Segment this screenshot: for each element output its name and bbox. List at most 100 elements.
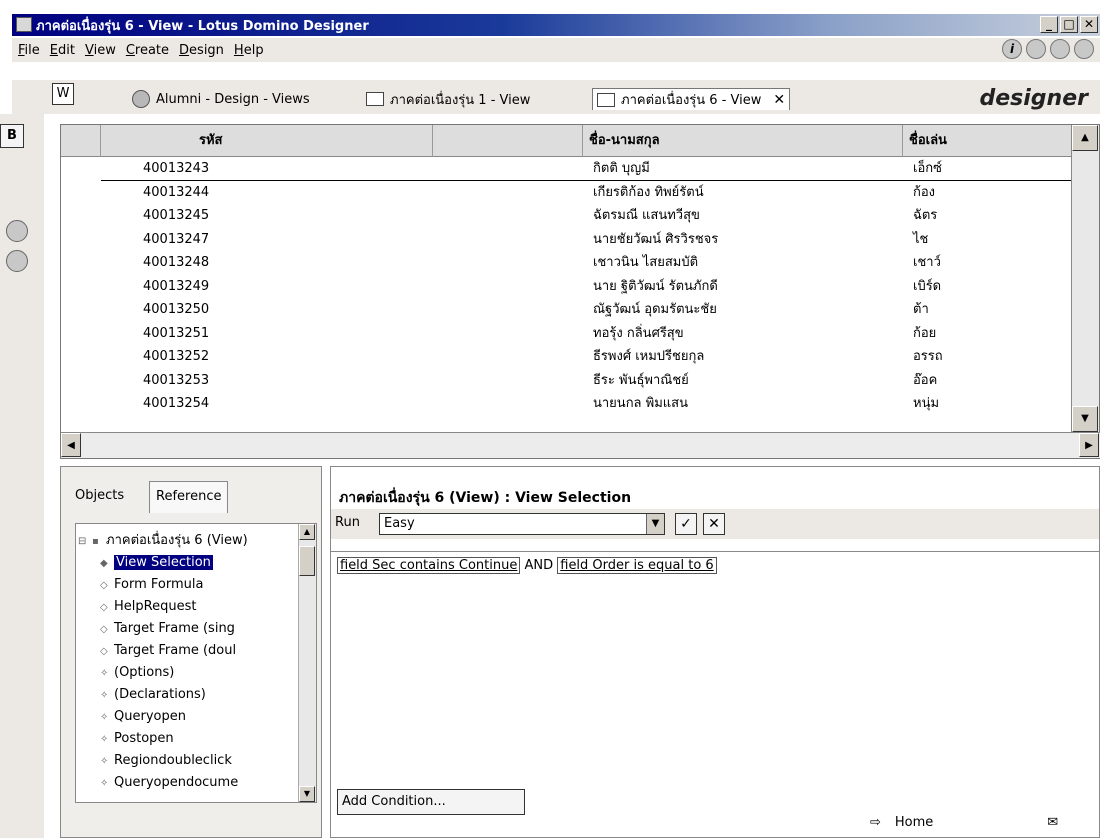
scroll-left-icon[interactable]: ◀ [61, 433, 81, 457]
and-operator: AND [524, 558, 554, 573]
scroll-down-icon[interactable]: ▼ [299, 786, 315, 802]
add-condition-button[interactable]: Add Condition... [337, 789, 525, 815]
run-dropdown-value: Easy [384, 516, 415, 531]
tab-view-1[interactable]: ภาคต่อเนื่องรุ่น 1 - View [366, 88, 530, 110]
formula-pane: ภาคต่อเนื่องรุ่น 6 (View) : View Selecti… [330, 466, 1100, 838]
view-header: รหัส ชื่อ-นามสกุล ชื่อเล่น [61, 125, 1071, 157]
table-row[interactable]: 40013254 นายนกล พิมแสน หนุ่ม [101, 392, 1071, 416]
menu-design[interactable]: Design [179, 43, 224, 58]
tree-scrollbar[interactable]: ▲ ▼ [298, 524, 316, 802]
app-icon [16, 17, 32, 32]
script-icon: ✧ [100, 756, 109, 767]
location-home[interactable]: Home [895, 815, 933, 830]
view-icon: ▪ [92, 536, 99, 547]
menu-create[interactable]: Create [126, 43, 169, 58]
tab-alumni-design-views[interactable]: Alumni - Design - Views [132, 88, 310, 110]
table-row[interactable]: 40013251 ทอรุ้ง กลิ่นศรีสุข ก้อย [101, 322, 1071, 346]
formula-editor[interactable]: field Sec contains Continue AND field Or… [331, 551, 1099, 821]
scroll-right-icon[interactable]: ▶ [1079, 433, 1099, 457]
tree-item[interactable]: ✧ (Options) [100, 662, 174, 683]
scroll-up-icon[interactable]: ▲ [299, 524, 315, 540]
table-row[interactable]: 40013247 นายชัยวัฒน์ ศิรวิรชจร ไช [101, 228, 1071, 252]
run-dropdown[interactable]: Easy ▼ [379, 513, 665, 535]
location-icon[interactable]: ⇨ [870, 815, 881, 830]
objects-pane: Objects Reference ⊟ ▪ ภาคต่อเนื่องรุ่น 6 (… [60, 466, 322, 838]
table-row[interactable]: 40013253 ธีระ พันธุ์พาณิชย์ อ๊อค [101, 369, 1071, 393]
column-header-id[interactable]: รหัส [193, 125, 433, 157]
script-icon: ✧ [100, 734, 109, 745]
run-label: Run [335, 515, 360, 530]
chevron-down-icon[interactable]: ▼ [646, 514, 664, 534]
accept-button[interactable]: ✓ [675, 513, 697, 535]
title-bar: ภาคต่อเนื่องรุ่น 6 - View - Lotus Domino… [12, 14, 1100, 36]
tab-label: ภาคต่อเนื่องรุ่น 1 - View [390, 92, 531, 108]
table-row[interactable]: 40013249 นาย ฐิติวัฒน์ รัตนภักดี เบิร์ด [101, 275, 1071, 299]
table-row[interactable]: 40013243 กิตติ บุญมี เอ็กซ์ [101, 157, 1071, 181]
cancel-button[interactable]: ✕ [703, 513, 725, 535]
tree-item[interactable]: ✧ Postopen [100, 728, 174, 749]
menu-bar: File Edit View Create Design Help [12, 38, 1100, 62]
menu-view[interactable]: View [85, 43, 116, 58]
mail-icon[interactable]: ✉ [1047, 815, 1058, 830]
tab-label: ภาคต่อเนื่องรุ่น 6 - View [621, 93, 762, 108]
scroll-down-icon[interactable]: ▼ [1072, 406, 1098, 432]
column-header-name[interactable]: ชื่อ-นามสกุล [583, 125, 903, 157]
scroll-thumb[interactable] [299, 546, 315, 576]
tree-item[interactable]: ◇ Target Frame (sing [100, 618, 235, 639]
column-header-blank [433, 125, 583, 157]
minimize-button[interactable]: _ [1040, 16, 1058, 33]
tab-view-6[interactable]: ภาคต่อเนื่องรุ่น 6 - View ✕ [592, 88, 791, 110]
domino-icon[interactable] [1026, 39, 1046, 59]
script-icon: ✧ [100, 690, 109, 701]
tree-item[interactable]: ✧ (Declarations) [100, 684, 206, 705]
close-tab-icon[interactable]: ✕ [773, 92, 785, 108]
tree-item[interactable]: ◇ Form Formula [100, 574, 203, 595]
design-icon[interactable] [6, 250, 28, 272]
welcome-tab-icon[interactable]: W [52, 83, 74, 105]
diamond-icon: ◇ [100, 646, 108, 657]
page-icon [366, 92, 384, 106]
condition-1[interactable]: field Sec contains Continue [337, 557, 521, 574]
table-row[interactable]: 40013252 ธีรพงศ์ เหมปรีชยกุล อรรถ [101, 345, 1071, 369]
view-vertical-scrollbar[interactable]: ▲ ▼ [1071, 125, 1099, 432]
window-controls: _ □ ✕ [1040, 16, 1098, 33]
databases-icon[interactable] [6, 220, 28, 242]
scroll-up-icon[interactable]: ▲ [1072, 125, 1098, 151]
tab-objects[interactable]: Objects [69, 481, 130, 513]
admin-icon[interactable] [1074, 39, 1094, 59]
collapse-icon[interactable]: ⊟ [78, 531, 92, 552]
menu-file[interactable]: File [18, 43, 40, 58]
close-button[interactable]: ✕ [1080, 16, 1098, 33]
tree-item[interactable]: ◇ Target Frame (doul [100, 640, 236, 661]
menu-help[interactable]: Help [234, 43, 264, 58]
tab-reference[interactable]: Reference [149, 481, 229, 513]
script-icon: ✧ [100, 668, 109, 679]
condition-2[interactable]: field Order is equal to 6 [557, 557, 717, 574]
diamond-icon: ◆ [100, 558, 108, 569]
diamond-icon: ◇ [100, 580, 108, 591]
table-row[interactable]: 40013250 ณัฐวัฒน์ อุดมรัตนะชัย ต้า [101, 298, 1071, 322]
tree-item[interactable]: ✧ Queryopen [100, 706, 186, 727]
window-title: ภาคต่อเนื่องรุ่น 6 - View - Lotus Domino… [36, 18, 369, 34]
tree-item-view-selection[interactable]: ◆ View Selection [100, 552, 213, 573]
status-bar: ⇨ Home ✉ [870, 810, 1100, 834]
diamond-icon: ◇ [100, 624, 108, 635]
column-header-nickname[interactable]: ชื่อเล่น [903, 125, 1071, 157]
tree-item[interactable]: ✧ Regiondoubleclick [100, 750, 232, 771]
table-row[interactable]: 40013245 ฉัตรมณี แสนทวีสุข ฉัตร [101, 204, 1071, 228]
maximize-button[interactable]: □ [1060, 16, 1078, 33]
script-icon: ✧ [100, 778, 109, 789]
table-row[interactable]: 40013244 เกียรติก้อง ทิพย์รัตน์ ก้อง [101, 181, 1071, 205]
tree-item[interactable]: ✧ Queryopendocume [100, 772, 238, 793]
bookmark-button[interactable]: B [0, 124, 24, 148]
view-horizontal-scrollbar[interactable]: ◀ ▶ [61, 432, 1100, 458]
menu-edit[interactable]: Edit [50, 43, 75, 58]
designer-icon[interactable] [1050, 39, 1070, 59]
tree-item[interactable]: ◇ HelpRequest [100, 596, 196, 617]
info-icon[interactable]: i [1002, 39, 1022, 59]
tree-root[interactable]: ⊟ ▪ ภาคต่อเนื่องรุ่น 6 (View) [78, 530, 248, 551]
table-row[interactable]: 40013248 เชาวนิน ไสยสมบัติ เชาว์ [101, 251, 1071, 275]
page-icon [597, 92, 615, 107]
header-spacer-2 [101, 125, 193, 157]
toolbar-icons: i [1002, 39, 1094, 59]
